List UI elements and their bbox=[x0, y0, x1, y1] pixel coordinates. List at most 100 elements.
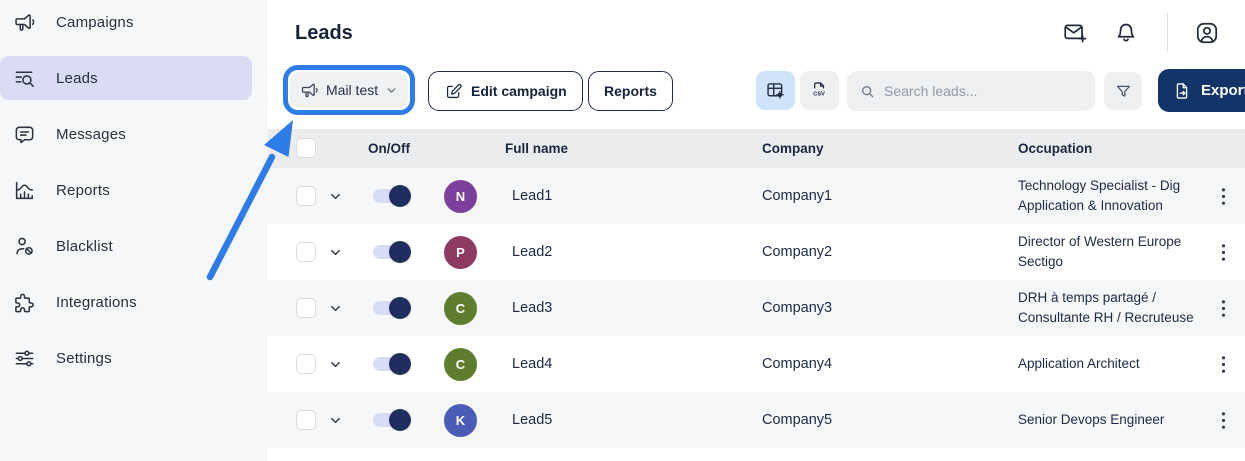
sidebar-item-blacklist[interactable]: Blacklist bbox=[0, 224, 252, 268]
chevron-down-icon bbox=[385, 84, 398, 97]
campaign-dropdown-button[interactable]: Mail test bbox=[290, 72, 409, 108]
edit-campaign-label: Edit campaign bbox=[471, 83, 567, 99]
lead-occupation: Senior Devops Engineer bbox=[1018, 392, 1226, 448]
chart-icon bbox=[13, 179, 36, 202]
export-icon bbox=[1172, 81, 1192, 101]
row-menu-button[interactable] bbox=[1214, 408, 1232, 432]
bell-icon[interactable] bbox=[1113, 20, 1139, 46]
expand-chevron-icon[interactable] bbox=[328, 301, 343, 316]
search-icon bbox=[859, 83, 876, 100]
svg-text:CSV: CSV bbox=[813, 91, 825, 97]
megaphone-icon bbox=[13, 11, 36, 34]
occupation-line: Technology Specialist - Dig bbox=[1018, 178, 1181, 193]
csv-export-view-button[interactable]: CSV bbox=[800, 71, 839, 110]
user-block-icon bbox=[13, 235, 36, 258]
occupation-line: Consultante RH / Recruteuse bbox=[1018, 310, 1194, 325]
table-row: C Lead3 Company3 DRH à temps partagé / Co… bbox=[268, 280, 1245, 336]
expand-chevron-icon[interactable] bbox=[328, 245, 343, 260]
avatar: N bbox=[444, 180, 477, 213]
lead-company: Company1 bbox=[762, 188, 833, 204]
sidebar-item-label: Messages bbox=[56, 125, 126, 143]
avatar: P bbox=[444, 236, 477, 269]
column-header-onoff[interactable]: On/Off bbox=[368, 129, 410, 168]
lead-company: Company5 bbox=[762, 412, 833, 428]
sidebar-item-label: Integrations bbox=[56, 293, 137, 311]
annotation-highlight: Mail test bbox=[283, 65, 416, 115]
main-content: Leads Mail test Edit campaign Reports CS… bbox=[268, 0, 1245, 461]
megaphone-icon bbox=[300, 81, 319, 100]
row-menu-button[interactable] bbox=[1214, 184, 1232, 208]
table-view-toggle-button[interactable] bbox=[756, 71, 795, 110]
sidebar-item-leads[interactable]: Leads bbox=[0, 56, 252, 100]
on-off-toggle[interactable] bbox=[373, 353, 411, 375]
search-input[interactable] bbox=[884, 83, 1083, 99]
table-row: C Lead4 Company4 Application Architect bbox=[268, 336, 1245, 392]
on-off-toggle[interactable] bbox=[373, 241, 411, 263]
mail-plus-icon[interactable] bbox=[1062, 20, 1088, 46]
puzzle-icon bbox=[13, 291, 36, 314]
row-menu-button[interactable] bbox=[1214, 240, 1232, 264]
lead-name: Lead2 bbox=[512, 244, 553, 260]
sidebar-item-messages[interactable]: Messages bbox=[0, 112, 252, 156]
lead-occupation: Director of Western Europe Sectigo bbox=[1018, 224, 1226, 280]
filter-button[interactable] bbox=[1104, 72, 1142, 110]
sidebar-item-campaigns[interactable]: Campaigns bbox=[0, 0, 252, 44]
row-checkbox[interactable] bbox=[296, 186, 316, 206]
occupation-line: Sectigo bbox=[1018, 254, 1064, 269]
row-menu-button[interactable] bbox=[1214, 352, 1232, 376]
column-header-company[interactable]: Company bbox=[762, 129, 824, 168]
search-box bbox=[847, 71, 1095, 111]
lead-company: Company4 bbox=[762, 356, 833, 372]
lead-company: Company2 bbox=[762, 244, 833, 260]
column-header-full-name[interactable]: Full name bbox=[505, 129, 568, 168]
occupation-line: Senior Devops Engineer bbox=[1018, 412, 1165, 427]
on-off-toggle[interactable] bbox=[373, 297, 411, 319]
export-data-label: Export data bbox=[1201, 82, 1245, 99]
table-header-row: On/Off Full name Company Occupation bbox=[268, 129, 1245, 168]
reports-button-label: Reports bbox=[604, 83, 657, 99]
row-checkbox[interactable] bbox=[296, 298, 316, 318]
table-body: N Lead1 Company1 Technology Specialist -… bbox=[268, 168, 1245, 448]
on-off-toggle[interactable] bbox=[373, 409, 411, 431]
edit-campaign-button[interactable]: Edit campaign bbox=[428, 71, 583, 111]
row-menu-button[interactable] bbox=[1214, 296, 1232, 320]
account-icon[interactable] bbox=[1194, 20, 1220, 46]
sidebar-item-label: Reports bbox=[56, 181, 110, 199]
lead-occupation: Technology Specialist - Dig Application &… bbox=[1018, 168, 1226, 224]
leads-search-icon bbox=[13, 67, 36, 90]
select-all-checkbox[interactable] bbox=[296, 138, 316, 158]
message-icon bbox=[13, 123, 36, 146]
table-row: N Lead1 Company1 Technology Specialist -… bbox=[268, 168, 1245, 224]
reports-button[interactable]: Reports bbox=[588, 71, 673, 111]
sidebar-item-integrations[interactable]: Integrations bbox=[0, 280, 252, 324]
expand-chevron-icon[interactable] bbox=[328, 189, 343, 204]
lead-name: Lead3 bbox=[512, 300, 553, 316]
occupation-line: Director of Western Europe bbox=[1018, 234, 1182, 249]
filter-icon bbox=[1114, 82, 1133, 101]
table-columns-icon bbox=[765, 80, 786, 101]
sidebar-item-label: Settings bbox=[56, 349, 112, 367]
row-checkbox[interactable] bbox=[296, 354, 316, 374]
lead-name: Lead5 bbox=[512, 412, 553, 428]
expand-chevron-icon[interactable] bbox=[328, 413, 343, 428]
header-divider bbox=[1167, 13, 1168, 52]
edit-icon bbox=[444, 82, 463, 101]
expand-chevron-icon[interactable] bbox=[328, 357, 343, 372]
column-header-occupation[interactable]: Occupation bbox=[1018, 129, 1092, 168]
occupation-line: Application & Innovation bbox=[1018, 198, 1163, 213]
sidebar-nav: Campaigns Leads Messages Reports Blackli… bbox=[0, 0, 268, 461]
lead-company: Company3 bbox=[762, 300, 833, 316]
sidebar-item-settings[interactable]: Settings bbox=[0, 336, 252, 380]
leads-app-window: Campaigns Leads Messages Reports Blackli… bbox=[0, 0, 1245, 461]
row-checkbox[interactable] bbox=[296, 410, 316, 430]
row-checkbox[interactable] bbox=[296, 242, 316, 262]
occupation-line: DRH à temps partagé / bbox=[1018, 290, 1157, 305]
avatar: C bbox=[444, 348, 477, 381]
table-row: K Lead5 Company5 Senior Devops Engineer bbox=[268, 392, 1245, 448]
lead-occupation: DRH à temps partagé / Consultante RH / Re… bbox=[1018, 280, 1226, 336]
export-data-button[interactable]: Export data bbox=[1158, 69, 1245, 112]
table-row: P Lead2 Company2 Director of Western Eur… bbox=[268, 224, 1245, 280]
csv-file-icon: CSV bbox=[813, 82, 825, 97]
on-off-toggle[interactable] bbox=[373, 185, 411, 207]
sidebar-item-reports[interactable]: Reports bbox=[0, 168, 252, 212]
